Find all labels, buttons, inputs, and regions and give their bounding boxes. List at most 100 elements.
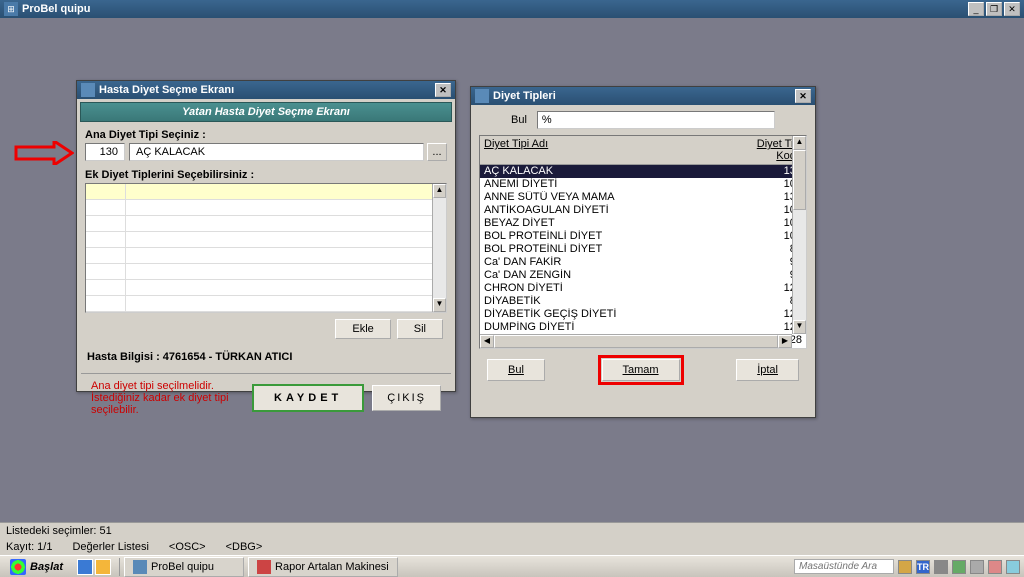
app-title: ProBel quipu — [22, 3, 968, 15]
table-row[interactable]: ANTİKOAGULAN DİYETİ104 — [480, 204, 806, 217]
window-title-text: Diyet Tipleri — [493, 90, 795, 102]
list-item[interactable] — [86, 264, 446, 280]
language-indicator[interactable]: TR — [916, 560, 930, 574]
close-button[interactable]: ✕ — [1004, 2, 1020, 16]
cell-name: DİYABETİK GEÇİŞ DİYETİ — [480, 308, 726, 321]
main-diet-name[interactable]: AÇ KALACAK — [129, 143, 424, 161]
table-row[interactable]: BOL PROTEİNLİ DİYET88 — [480, 243, 806, 256]
table-row[interactable]: Ca' DAN FAKİR97 — [480, 256, 806, 269]
cell-name: BEYAZ DİYET — [480, 217, 726, 230]
table-row[interactable]: AÇ KALACAK130 — [480, 165, 806, 178]
app-icon — [133, 560, 147, 574]
chrome-icon[interactable] — [95, 559, 111, 575]
tray-icon[interactable] — [898, 560, 912, 574]
list-item[interactable] — [86, 184, 446, 200]
main-diet-code[interactable]: 130 — [85, 143, 125, 161]
list-item[interactable] — [86, 296, 446, 312]
status-dbg: <DBG> — [226, 541, 263, 553]
cikis-button[interactable]: ÇIKIŞ — [372, 385, 441, 411]
list-item[interactable] — [86, 200, 446, 216]
table-row[interactable]: DUMPİNG DİYETİ123 — [480, 321, 806, 334]
taskbar: Başlat ProBel quipu Rapor Artalan Makine… — [0, 555, 1024, 577]
diet-types-list[interactable]: Diyet Tipi Adı Diyet Tipi Kodu AÇ KALACA… — [479, 135, 807, 349]
tamam-button[interactable]: Tamam — [602, 359, 680, 381]
table-row[interactable]: BEYAZ DİYET108 — [480, 217, 806, 230]
table-row[interactable]: BOL PROTEİNLİ DİYET100 — [480, 230, 806, 243]
panel-header: Yatan Hasta Diyet Seçme Ekranı — [80, 102, 452, 122]
task-rapor[interactable]: Rapor Artalan Makinesi — [248, 557, 398, 577]
task-label: ProBel quipu — [151, 561, 214, 573]
desktop-search-input[interactable] — [794, 559, 894, 574]
sil-button[interactable]: Sil — [397, 319, 443, 339]
cell-name: BOL PROTEİNLİ DİYET — [480, 230, 726, 243]
ekle-button[interactable]: Ekle — [335, 319, 390, 339]
cell-name: ANTİKOAGULAN DİYETİ — [480, 204, 726, 217]
scroll-track[interactable] — [433, 198, 446, 298]
cell-name: Ca' DAN ZENGİN — [480, 269, 726, 282]
scrollbar[interactable]: ▲ ▼ — [432, 184, 446, 312]
app-icon — [257, 560, 271, 574]
list-item[interactable] — [86, 248, 446, 264]
scroll-up-icon[interactable]: ▲ — [433, 184, 446, 198]
scroll-up-icon[interactable]: ▲ — [793, 136, 806, 150]
table-row[interactable]: DİYABETİK GEÇİŞ DİYETİ126 — [480, 308, 806, 321]
diet-select-window: Hasta Diyet Seçme Ekranı ✕ Yatan Hasta D… — [76, 80, 456, 392]
scrollbar-vertical[interactable]: ▲ ▼ — [792, 136, 806, 334]
main-diet-row: 130 AÇ KALACAK ... — [85, 143, 447, 161]
desktop-area: Hasta Diyet Seçme Ekranı ✕ Yatan Hasta D… — [0, 18, 1024, 540]
hint-text: Ana diyet tipi seçilmelidir. İstediğiniz… — [91, 380, 244, 416]
tray-icon[interactable] — [934, 560, 948, 574]
window-title-text: Hasta Diyet Seçme Ekranı — [99, 84, 435, 96]
cell-name: CHRON DİYETİ — [480, 282, 726, 295]
maximize-button[interactable]: ❐ — [986, 2, 1002, 16]
cell-name: DİYABETİK — [480, 295, 726, 308]
status-values-list: Değerler Listesi — [72, 541, 148, 553]
app-titlebar: ⊞ ProBel quipu _ ❐ ✕ — [0, 0, 1024, 18]
close-icon[interactable]: ✕ — [435, 83, 451, 97]
list-item[interactable] — [86, 280, 446, 296]
tray-icon[interactable] — [1006, 560, 1020, 574]
tray-icon[interactable] — [970, 560, 984, 574]
scroll-track[interactable] — [793, 210, 806, 320]
cell-name: DUMPİNG DİYETİ — [480, 321, 726, 334]
scroll-left-icon[interactable]: ◀ — [480, 335, 494, 348]
scroll-right-icon[interactable]: ▶ — [778, 335, 792, 348]
scroll-down-icon[interactable]: ▼ — [433, 298, 446, 312]
scroll-down-icon[interactable]: ▼ — [793, 320, 806, 334]
list-item[interactable] — [86, 232, 446, 248]
cell-name: Ca' DAN FAKİR — [480, 256, 726, 269]
col-name[interactable]: Diyet Tipi Adı — [480, 136, 726, 164]
quick-launch — [73, 559, 115, 575]
tray-icon[interactable] — [952, 560, 966, 574]
list-item[interactable] — [86, 216, 446, 232]
start-button[interactable]: Başlat — [4, 557, 69, 577]
close-icon[interactable]: ✕ — [795, 89, 811, 103]
table-row[interactable]: CHRON DİYETİ122 — [480, 282, 806, 295]
table-row[interactable]: ANEMİ DİYETİ103 — [480, 178, 806, 191]
table-row[interactable]: ANNE SÜTÜ VEYA MAMA131 — [480, 191, 806, 204]
patient-info: Hasta Bilgisi : 4761654 - TÜRKAN ATICI — [77, 345, 455, 369]
task-probel[interactable]: ProBel quipu — [124, 557, 244, 577]
iptal-button[interactable]: İptal — [736, 359, 799, 381]
scrollbar-horizontal[interactable]: ◀ ▶ — [480, 334, 792, 348]
scroll-thumb[interactable] — [793, 150, 806, 210]
status-bar: Listedeki seçimler: 51 Kayıt: 1/1 Değerl… — [0, 522, 1024, 555]
extra-diet-grid[interactable]: ▲ ▼ — [85, 183, 447, 313]
kaydet-button[interactable]: KAYDET — [252, 384, 364, 412]
window-icon — [475, 89, 489, 103]
scroll-thumb[interactable] — [494, 335, 778, 348]
search-input[interactable] — [537, 111, 775, 129]
bul-button[interactable]: Bul — [487, 359, 545, 381]
diet-select-titlebar[interactable]: Hasta Diyet Seçme Ekranı ✕ — [77, 81, 455, 99]
table-row[interactable]: Ca' DAN ZENGİN98 — [480, 269, 806, 282]
ie-icon[interactable] — [77, 559, 93, 575]
status-record: Kayıt: 1/1 — [6, 541, 52, 553]
search-label: Bul — [511, 114, 527, 126]
table-row[interactable]: DİYABETİK85 — [480, 295, 806, 308]
browse-button[interactable]: ... — [427, 143, 447, 161]
tray-icon[interactable] — [988, 560, 1002, 574]
annotation-arrow — [14, 141, 74, 168]
minimize-button[interactable]: _ — [968, 2, 984, 16]
main-diet-label: Ana Diyet Tipi Seçiniz : — [77, 125, 455, 143]
diet-types-titlebar[interactable]: Diyet Tipleri ✕ — [471, 87, 815, 105]
